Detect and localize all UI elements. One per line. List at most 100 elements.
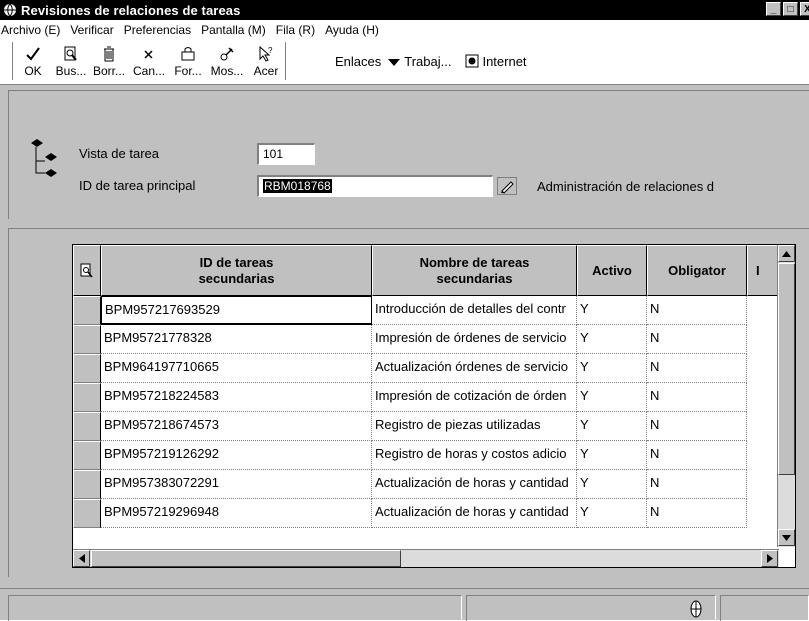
scroll-up-button[interactable]: [778, 245, 795, 262]
row-name[interactable]: Registro de horas y costos adicio: [372, 441, 577, 470]
row-id[interactable]: BPM957217693529: [101, 296, 372, 325]
title-bar[interactable]: Revisiones de relaciones de tareas _ □ X: [0, 0, 809, 20]
row-name[interactable]: Impresión de órdenes de servicio: [372, 325, 577, 354]
grid-find-column[interactable]: [73, 245, 101, 296]
form-icon: [181, 47, 195, 61]
form-button[interactable]: For...: [169, 42, 207, 78]
close-icon: [144, 50, 153, 59]
row-id[interactable]: BPM957218224583: [101, 383, 372, 412]
row-name[interactable]: Actualización de horas y cantidad: [372, 499, 577, 528]
column-header-name[interactable]: Nombre de tareas secundarias: [372, 245, 577, 296]
column-header-id[interactable]: ID de tareas secundarias: [101, 245, 372, 296]
delete-label: Borr...: [92, 64, 125, 78]
menu-verificar[interactable]: Verificar: [70, 23, 113, 37]
toolbar-actions: OK Bus... Borr... Can... For... Mos... ?…: [12, 42, 286, 80]
row-selector[interactable]: [73, 499, 101, 528]
row-name[interactable]: Registro de piezas utilizadas: [372, 412, 577, 441]
internet-icon: [465, 54, 479, 68]
status-pane-message: [8, 595, 462, 621]
row-activo[interactable]: Y: [577, 383, 647, 412]
task-id-field[interactable]: RBM018768: [257, 175, 493, 197]
scroll-left-button[interactable]: [73, 550, 90, 567]
row-obligatorio[interactable]: N: [647, 441, 747, 470]
menu-ayuda[interactable]: Ayuda (H): [325, 23, 379, 37]
horizontal-scrollbar[interactable]: [73, 549, 779, 567]
row-selector[interactable]: [73, 470, 101, 499]
row-name[interactable]: Impresión de cotización de órden: [372, 383, 577, 412]
ok-button[interactable]: OK: [13, 42, 53, 78]
row-selector[interactable]: [73, 383, 101, 412]
row-name[interactable]: Actualización de horas y cantidad: [372, 470, 577, 499]
lookup-button[interactable]: [494, 175, 520, 197]
row-id[interactable]: BPM957219296948: [101, 499, 372, 528]
menu-pantalla[interactable]: Pantalla (M): [201, 23, 266, 37]
menu-archivo[interactable]: Archivo (E): [1, 23, 60, 37]
column-header-obligatorio[interactable]: Obligator: [647, 245, 747, 296]
row-id[interactable]: BPM95721778328: [101, 325, 372, 354]
cancel-button[interactable]: Can...: [129, 42, 169, 78]
row-selector[interactable]: [73, 354, 101, 383]
row-name[interactable]: Actualización órdenes de servicio: [372, 354, 577, 383]
row-selector[interactable]: [73, 325, 101, 354]
task-id-value: RBM018768: [263, 179, 332, 193]
row-selector[interactable]: [73, 441, 101, 470]
row-id[interactable]: BPM957383072291: [101, 470, 372, 499]
row-activo[interactable]: Y: [577, 325, 647, 354]
row-id[interactable]: BPM957219126292: [101, 441, 372, 470]
row-obligatorio[interactable]: N: [647, 325, 747, 354]
row-id[interactable]: BPM957218674573: [101, 412, 372, 441]
grid-find-icon: [80, 263, 93, 277]
row-activo[interactable]: Y: [577, 354, 647, 383]
row-activo[interactable]: Y: [577, 412, 647, 441]
minimize-button[interactable]: _: [766, 2, 781, 16]
maximize-button[interactable]: □: [783, 2, 798, 16]
vertical-scroll-thumb[interactable]: [778, 263, 795, 475]
links-menu[interactable]: Enlaces: [335, 54, 381, 69]
table-row[interactable]: BPM95721778328 Impresión de órdenes de s…: [73, 325, 747, 354]
horizontal-scroll-thumb[interactable]: [91, 550, 401, 567]
show-button[interactable]: Mos...: [207, 42, 247, 78]
about-label: Acer: [253, 64, 279, 78]
table-row[interactable]: BPM957217693529 Introducción de detalles…: [73, 296, 747, 325]
row-activo[interactable]: Y: [577, 441, 647, 470]
row-activo[interactable]: Y: [577, 296, 647, 325]
row-selector[interactable]: [73, 412, 101, 441]
arrow-down-icon: [782, 534, 791, 541]
menu-preferencias[interactable]: Preferencias: [124, 23, 191, 37]
column-header-activo[interactable]: Activo: [577, 245, 647, 296]
delete-button[interactable]: Borr...: [89, 42, 129, 78]
table-row[interactable]: BPM964197710665 Actualización órdenes de…: [73, 354, 747, 383]
row-selector[interactable]: [73, 296, 101, 325]
task-description: Administración de relaciones d: [537, 179, 715, 194]
row-obligatorio[interactable]: N: [647, 412, 747, 441]
row-obligatorio[interactable]: N: [647, 296, 747, 325]
work-menu[interactable]: Trabaj...: [388, 54, 458, 69]
about-button[interactable]: ? Acer: [247, 42, 285, 78]
row-activo[interactable]: Y: [577, 499, 647, 528]
row-obligatorio[interactable]: N: [647, 499, 747, 528]
scroll-right-button[interactable]: [761, 550, 778, 567]
row-id[interactable]: BPM964197710665: [101, 354, 372, 383]
toolbar-links: Enlaces Trabaj... Internet: [335, 54, 541, 69]
table-row[interactable]: BPM957219126292 Registro de horas y cost…: [73, 441, 747, 470]
app-globe-icon: [4, 3, 16, 17]
vertical-scrollbar[interactable]: [777, 245, 795, 547]
svg-text:?: ?: [268, 46, 273, 55]
row-activo[interactable]: Y: [577, 470, 647, 499]
row-obligatorio[interactable]: N: [647, 354, 747, 383]
menu-fila[interactable]: Fila (R): [276, 23, 315, 37]
maximize-icon: □: [787, 4, 794, 15]
vista-field[interactable]: 101: [257, 143, 315, 165]
task-hierarchy-icon: [31, 139, 57, 177]
scroll-down-button[interactable]: [778, 529, 795, 546]
table-row[interactable]: BPM957383072291 Actualización de horas y…: [73, 470, 747, 499]
row-name[interactable]: Introducción de detalles del contr: [372, 296, 577, 325]
table-row[interactable]: BPM957218674573 Registro de piezas utili…: [73, 412, 747, 441]
find-button[interactable]: Bus...: [53, 42, 89, 78]
table-row[interactable]: BPM957218224583 Impresión de cotización …: [73, 383, 747, 412]
row-obligatorio[interactable]: N: [647, 383, 747, 412]
close-button[interactable]: X: [800, 2, 809, 16]
table-row[interactable]: BPM957219296948 Actualización de horas y…: [73, 499, 747, 528]
row-obligatorio[interactable]: N: [647, 470, 747, 499]
internet-link[interactable]: Internet: [465, 54, 533, 69]
